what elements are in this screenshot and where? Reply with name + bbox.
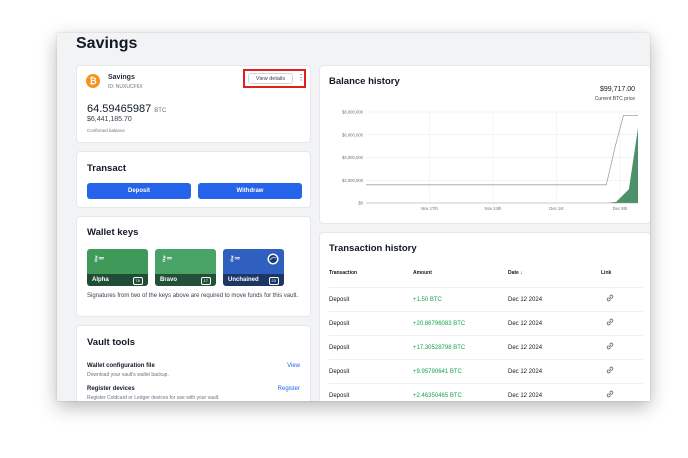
- column-header-transaction: Transaction: [329, 270, 358, 276]
- key-card-top: ⚷═: [87, 249, 148, 274]
- column-header-date[interactable]: Date ↓: [508, 270, 523, 276]
- row-amount: +1.50 BTC: [413, 297, 442, 303]
- key-icon: ⚷═: [93, 254, 104, 263]
- y-tick-label: $2,000,000: [342, 178, 364, 183]
- key-name: Alpha: [92, 277, 109, 283]
- table-row: Deposit +1.50 BTC Dec 12 2024: [329, 287, 643, 312]
- transact-card: Transact Deposit Withdraw: [76, 151, 311, 208]
- wallet-keys-card: Wallet keys ⚷═ Alpha 76 ⚷═ Bravo 17 ⚷═ U…: [76, 216, 311, 317]
- confirmed-balance-label: Confirmed balance: [87, 128, 125, 133]
- y-tick-label: $8,000,000: [342, 110, 364, 115]
- table-row: Deposit +17.30528798 BTC Dec 12 2024: [329, 335, 643, 360]
- row-date: Dec 12 2024: [508, 393, 543, 399]
- row-type: Deposit: [329, 393, 350, 399]
- row-amount: +2.46350465 BTC: [413, 393, 462, 399]
- row-date: Dec 12 2024: [508, 297, 543, 303]
- btc-price: $99,717.00: [599, 86, 635, 93]
- link-icon[interactable]: [605, 293, 615, 305]
- x-tick-label: Dec 8th: [613, 206, 628, 211]
- row-type: Deposit: [329, 369, 350, 375]
- register-devices-title: Register devices: [87, 386, 135, 392]
- x-tick-label: Nov 24th: [485, 206, 502, 211]
- transaction-history-card: Transaction history Transaction Amount D…: [319, 232, 650, 401]
- unchained-logo-icon: [267, 253, 279, 265]
- balance-line: [366, 115, 638, 186]
- column-header-link: Link: [601, 270, 612, 276]
- wallet-config-desc: Download your vault's wallet backup.: [87, 372, 169, 378]
- key-card-bottom: Bravo 17: [155, 274, 216, 286]
- table-row: Deposit +9.95790641 BTC Dec 12 2024: [329, 359, 643, 384]
- vault-tools-title: Vault tools: [87, 337, 136, 348]
- signatures-note: Signatures from two of the keys above ar…: [87, 293, 299, 299]
- y-tick-label: $4,000,000: [342, 155, 364, 160]
- key-name: Unchained: [228, 277, 259, 283]
- key-unchained[interactable]: ⚷═ Unchained 23: [223, 249, 284, 286]
- y-tick-label: $0: [358, 201, 363, 206]
- x-tick-label: Nov 17th: [421, 206, 438, 211]
- key-alpha[interactable]: ⚷═ Alpha 76: [87, 249, 148, 286]
- link-icon[interactable]: [605, 317, 615, 329]
- row-date: Dec 12 2024: [508, 369, 543, 375]
- key-code: 17: [200, 276, 211, 285]
- row-amount: +17.30528798 BTC: [413, 345, 466, 351]
- usd-balance: $6,441,185.70: [87, 116, 132, 123]
- balance-area: [366, 127, 638, 203]
- withdraw-button[interactable]: Withdraw: [198, 183, 302, 199]
- transaction-history-title: Transaction history: [329, 243, 417, 254]
- more-options-icon[interactable]: ⋮: [297, 74, 305, 82]
- column-header-amount: Amount: [413, 270, 432, 276]
- link-icon[interactable]: [605, 365, 615, 377]
- register-devices-desc: Register Coldcard or Ledger devices for …: [87, 395, 220, 401]
- btc-balance: 64.59465987 BTC: [87, 103, 166, 115]
- key-card-top: ⚷═: [223, 249, 284, 274]
- key-card-top: ⚷═: [155, 249, 216, 274]
- wallet-keys-title: Wallet keys: [87, 227, 139, 238]
- key-code: 76: [132, 276, 143, 285]
- key-name: Bravo: [160, 277, 178, 283]
- key-card-bottom: Alpha 76: [87, 274, 148, 286]
- bitcoin-icon: ₿: [86, 74, 100, 88]
- key-card-bottom: Unchained 23: [223, 274, 284, 286]
- btc-unit: BTC: [154, 108, 167, 114]
- vault-name: Savings: [108, 74, 135, 81]
- balance-history-title: Balance history: [329, 76, 400, 87]
- key-icon: ⚷═: [229, 254, 240, 263]
- key-bravo[interactable]: ⚷═ Bravo 17: [155, 249, 216, 286]
- deposit-button[interactable]: Deposit: [87, 183, 191, 199]
- vault-tools-card: Vault tools Wallet configuration file Do…: [76, 325, 311, 401]
- balance-history-card: $8,000,000 $6,000,000 $4,000,000 $2,000,000…: [319, 65, 650, 224]
- vault-id: ID: NUXUCF6X: [108, 84, 143, 90]
- savings-card: ₿ Savings ID: NUXUCF6X View details ⋮ 64…: [76, 65, 311, 143]
- table-row: Deposit +20.86796083 BTC Dec 12 2024: [329, 311, 643, 336]
- key-code: 23: [268, 276, 279, 285]
- row-amount: +9.95790641 BTC: [413, 369, 462, 375]
- wallet-config-title: Wallet configuration file: [87, 363, 155, 369]
- row-type: Deposit: [329, 297, 350, 303]
- btc-price-caption: Current BTC price: [594, 96, 635, 102]
- x-tick-label: Dec 1st: [549, 206, 564, 211]
- row-type: Deposit: [329, 345, 350, 351]
- link-icon[interactable]: [605, 389, 615, 401]
- row-amount: +20.86796083 BTC: [413, 321, 466, 327]
- link-icon[interactable]: [605, 341, 615, 353]
- register-devices-link[interactable]: Register: [278, 386, 300, 392]
- btc-amount: 64.59465987: [87, 103, 152, 115]
- table-row: Deposit +2.46350465 BTC Dec 12 2024: [329, 383, 643, 401]
- transact-title: Transact: [87, 163, 127, 174]
- key-icon: ⚷═: [161, 254, 172, 263]
- app-window: Savings ₿ Savings ID: NUXUCF6X View deta…: [57, 33, 650, 401]
- row-type: Deposit: [329, 321, 350, 327]
- y-tick-label: $6,000,000: [342, 132, 364, 137]
- row-date: Dec 12 2024: [508, 345, 543, 351]
- view-config-link[interactable]: View: [287, 363, 300, 369]
- row-date: Dec 12 2024: [508, 321, 543, 327]
- page-title: Savings: [76, 35, 138, 52]
